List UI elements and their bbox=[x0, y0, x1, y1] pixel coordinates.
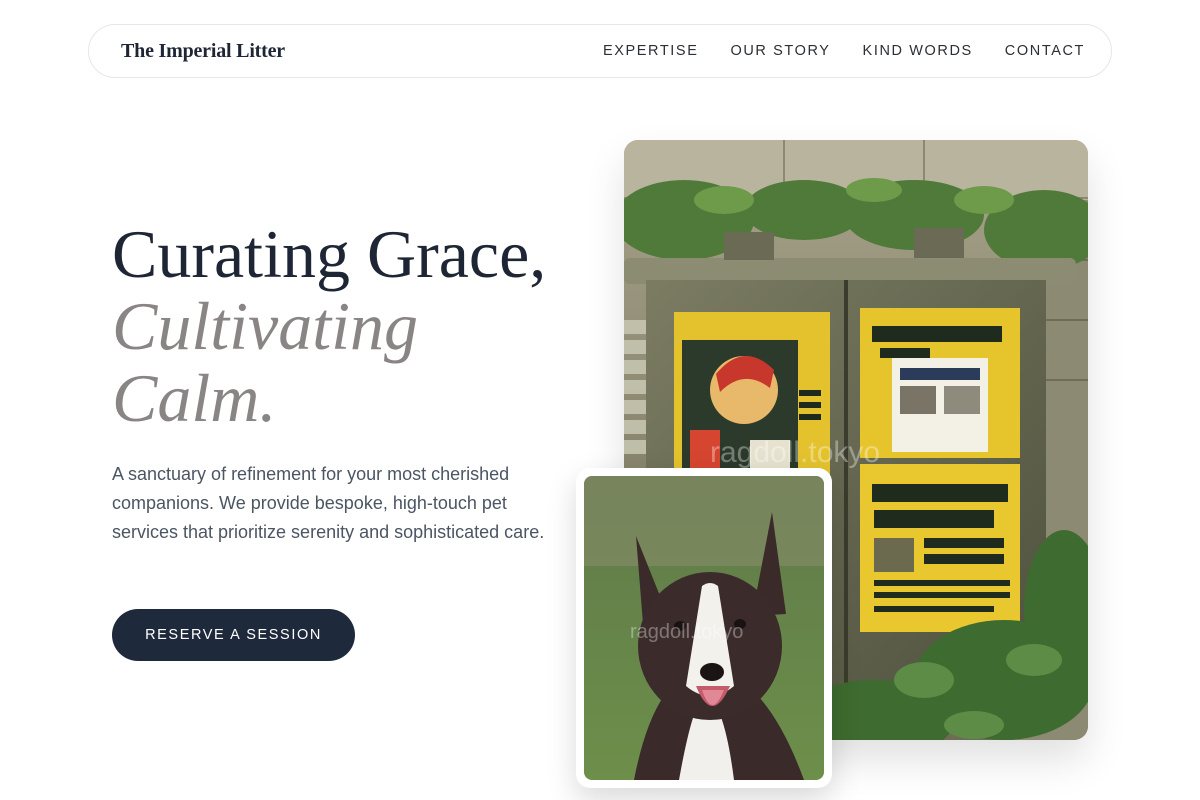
watermark-text: ragdoll.tokyo bbox=[710, 436, 880, 469]
nav-link-our-story[interactable]: OUR STORY bbox=[730, 43, 830, 59]
nav-link-contact[interactable]: CONTACT bbox=[1005, 43, 1085, 59]
nav-link-kind-words[interactable]: KIND WORDS bbox=[863, 43, 973, 59]
hero-title-line-2: Cultivating bbox=[112, 288, 418, 364]
dog-photo: ragdoll.tokyo bbox=[584, 476, 824, 780]
dog-photo-card: ragdoll.tokyo bbox=[576, 468, 832, 788]
hero-description: A sanctuary of refinement for your most … bbox=[112, 464, 545, 542]
top-navigation: The Imperial Litter EXPERTISE OUR STORY … bbox=[88, 24, 1112, 78]
brand-logo[interactable]: The Imperial Litter bbox=[121, 40, 285, 63]
reserve-session-button[interactable]: RESERVE A SESSION bbox=[112, 609, 355, 661]
dog-watermark-text: ragdoll.tokyo bbox=[630, 621, 743, 643]
nav-link-expertise[interactable]: EXPERTISE bbox=[603, 43, 699, 59]
hero-title: Curating Grace, Cultivating Calm. bbox=[112, 218, 592, 434]
border-collie-image: ragdoll.tokyo bbox=[584, 476, 824, 780]
hero-title-line-1: Curating Grace, bbox=[112, 216, 547, 292]
hero-title-line-3: Calm. bbox=[112, 360, 277, 436]
nav-links: EXPERTISE OUR STORY KIND WORDS CONTACT bbox=[603, 43, 1085, 59]
